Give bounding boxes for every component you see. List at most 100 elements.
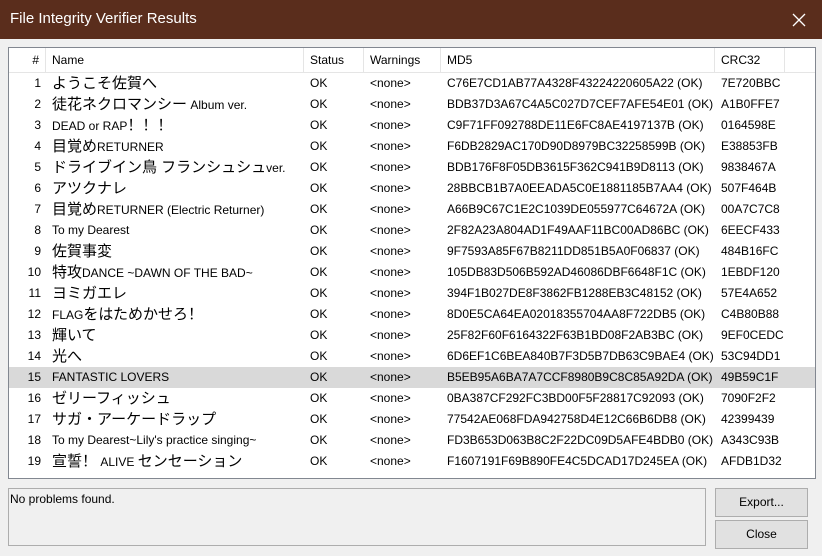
row-warnings: <none> (370, 223, 411, 237)
row-name: 佐賀事変 (46, 241, 304, 262)
row-warnings: <none> (370, 349, 411, 363)
export-button[interactable]: Export... (715, 488, 808, 517)
table-row[interactable]: 12 FLAGをはためかせろ！ OK <none> 8D0E5CA64EA0201835… (9, 304, 815, 325)
table-row[interactable]: 2 徒花ネクロマンシー Album ver. OK <none> BDB37D3A67C… (9, 94, 815, 115)
row-name-part: をはためかせろ！ (83, 306, 204, 323)
column-header-md5[interactable]: MD5 (441, 48, 715, 72)
row-crc32: 42399439 (721, 412, 775, 426)
row-name-part: ゼリーフィッシュ (52, 390, 171, 407)
list-header: # Name Status Warnings MD5 CRC32 (9, 48, 815, 73)
table-row[interactable]: 8 To my Dearest OK <none> 2F82A23A804AD1F49A… (9, 220, 815, 241)
row-status: OK (310, 97, 328, 111)
table-row[interactable]: 14 光へ OK <none> 6D6EF1C6BEA840B7F3D5B7DB63C9… (9, 346, 815, 367)
row-md5: FD3B653D063B8C2F22DC09D5AFE4BDB0 (OK) (447, 433, 714, 447)
row-name-part: Album ver. (187, 98, 248, 112)
row-name-part: アツクナレ (52, 180, 128, 197)
row-status: OK (310, 118, 328, 132)
row-warnings: <none> (370, 118, 411, 132)
row-md5: C9F71FF092788DE11E6FC8AE4197137B (OK) (447, 118, 704, 132)
row-warnings: <none> (370, 370, 411, 384)
row-crc32: 57E4A652 (721, 286, 778, 300)
row-crc32: A1B0FFE7 (721, 97, 780, 111)
row-crc32: E38853FB (721, 139, 778, 153)
table-row[interactable]: 5 ドライブイン鳥 フランシュシュver. OK <none> BDB176F8F05D… (9, 157, 815, 178)
row-name-part: DEAD or RAP (52, 119, 128, 133)
row-crc32: 9838467A (721, 160, 776, 174)
table-row[interactable]: 3 DEAD or RAP！！！ OK <none> C9F71FF092788DE11… (9, 115, 815, 136)
table-row[interactable]: 13 輝いて OK <none> 25F82F60F6164322F63B1BD08F2… (9, 325, 815, 346)
table-row[interactable]: 7 目覚めRETURNER (Electric Returner) OK <none>… (9, 199, 815, 220)
table-row[interactable]: 1 ようこそ佐賀へ OK <none> C76E7CD1AB77A4328F432242… (9, 73, 815, 94)
row-status: OK (310, 349, 328, 363)
column-header-warnings[interactable]: Warnings (364, 48, 441, 72)
table-row[interactable]: 19 宣誓！ ALIVE センセーション OK <none> F1607191F69B8… (9, 451, 815, 472)
row-warnings: <none> (370, 244, 411, 258)
table-row[interactable]: 4 目覚めRETURNER OK <none> F6DB2829AC170D90D897… (9, 136, 815, 157)
row-name: 輝いて (46, 325, 304, 346)
row-name-part: FLAG (52, 308, 84, 322)
column-header-number[interactable]: # (9, 48, 46, 72)
row-name: 特攻DANCE ~DAWN OF THE BAD~ (46, 262, 304, 283)
row-status: OK (310, 286, 328, 300)
row-warnings: <none> (370, 139, 411, 153)
list-rows: 1 ようこそ佐賀へ OK <none> C76E7CD1AB77A4328F432242… (9, 73, 815, 472)
row-md5: 28BBCB1B7A0EEADA5C0E1881185B7AA4 (OK) (447, 181, 712, 195)
row-crc32: 7E720BBC (721, 76, 781, 90)
row-status: OK (310, 223, 328, 237)
table-row[interactable]: 9 佐賀事変 OK <none> 9F7593A85F67B8211DD851B5A0F… (9, 241, 815, 262)
row-warnings: <none> (370, 286, 411, 300)
column-header-status[interactable]: Status (304, 48, 364, 72)
row-warnings: <none> (370, 433, 411, 447)
row-number: 17 (27, 412, 41, 426)
table-row[interactable]: 6 アツクナレ OK <none> 28BBCB1B7A0EEADA5C0E188118… (9, 178, 815, 199)
row-warnings: <none> (370, 328, 411, 342)
row-name-part: DANCE ~DAWN OF THE BAD~ (82, 266, 253, 280)
table-row[interactable]: 15 FANTASTIC LOVERS OK <none> B5EB95A6BA7A7C… (9, 367, 815, 388)
row-md5: F1607191F69B890FE4C5DCAD17D245EA (OK) (447, 454, 708, 468)
row-number: 13 (27, 328, 41, 342)
row-md5: 25F82F60F6164322F63B1BD08F2AB3BC (OK) (447, 328, 704, 342)
row-crc32: 00A7C7C8 (721, 202, 780, 216)
row-number: 10 (27, 265, 41, 279)
row-md5: 6D6EF1C6BEA840B7F3D5B7DB63C9BAE4 (OK) (447, 349, 714, 363)
row-name: アツクナレ (46, 178, 304, 199)
row-status: OK (310, 433, 328, 447)
row-status: OK (310, 244, 328, 258)
row-md5: B5EB95A6BA7A7CCF8980B9C8C85A92DA (OK) (447, 370, 713, 384)
row-number: 6 (34, 181, 41, 195)
row-name-part: 輝いて (52, 327, 97, 344)
row-name: FLAGをはためかせろ！ (46, 304, 304, 325)
row-warnings: <none> (370, 307, 411, 321)
row-name: ドライブイン鳥 フランシュシュver. (46, 157, 304, 178)
results-list[interactable]: # Name Status Warnings MD5 CRC32 1 ようこそ佐賀… (8, 47, 816, 479)
table-row[interactable]: 16 ゼリーフィッシュ OK <none> 0BA387CF292FC3BD00F5F2… (9, 388, 815, 409)
table-row[interactable]: 11 ヨミガエレ OK <none> 394F1B027DE8F3862FB1288EB… (9, 283, 815, 304)
row-md5: 105DB83D506B592AD46086DBF6648F1C (OK) (447, 265, 706, 279)
row-status: OK (310, 160, 328, 174)
close-button[interactable]: Close (715, 520, 808, 549)
row-status: OK (310, 307, 328, 321)
table-row[interactable]: 10 特攻DANCE ~DAWN OF THE BAD~ OK <none> 105DB… (9, 262, 815, 283)
row-warnings: <none> (370, 265, 411, 279)
row-name-part: To my Dearest (52, 223, 130, 237)
row-name: 宣誓！ ALIVE センセーション (46, 451, 304, 472)
column-header-name[interactable]: Name (46, 48, 304, 72)
row-name-part: 目覚め (52, 138, 98, 155)
row-crc32: 6EECF433 (721, 223, 780, 237)
row-number: 14 (27, 349, 41, 363)
table-row[interactable]: 17 サガ・アーケードラップ OK <none> 77542AE068FDA942758… (9, 409, 815, 430)
row-crc32: C4B80B88 (721, 307, 780, 321)
row-md5: 0BA387CF292FC3BD00F5F28817C92093 (OK) (447, 391, 704, 405)
row-warnings: <none> (370, 202, 411, 216)
row-md5: 9F7593A85F67B8211DD851B5A0F06837 (OK) (447, 244, 700, 258)
row-warnings: <none> (370, 412, 411, 426)
window-close-button[interactable] (776, 0, 822, 39)
row-name-part: センセーション (137, 453, 243, 470)
row-warnings: <none> (370, 97, 411, 111)
column-header-crc32[interactable]: CRC32 (715, 48, 785, 72)
row-name-part: To my Dearest~Lily's practice singing~ (52, 433, 257, 447)
row-warnings: <none> (370, 391, 411, 405)
row-name: ゼリーフィッシュ (46, 388, 304, 409)
table-row[interactable]: 18 To my Dearest~Lily's practice singing~… (9, 430, 815, 451)
row-crc32: 53C94DD1 (721, 349, 781, 363)
